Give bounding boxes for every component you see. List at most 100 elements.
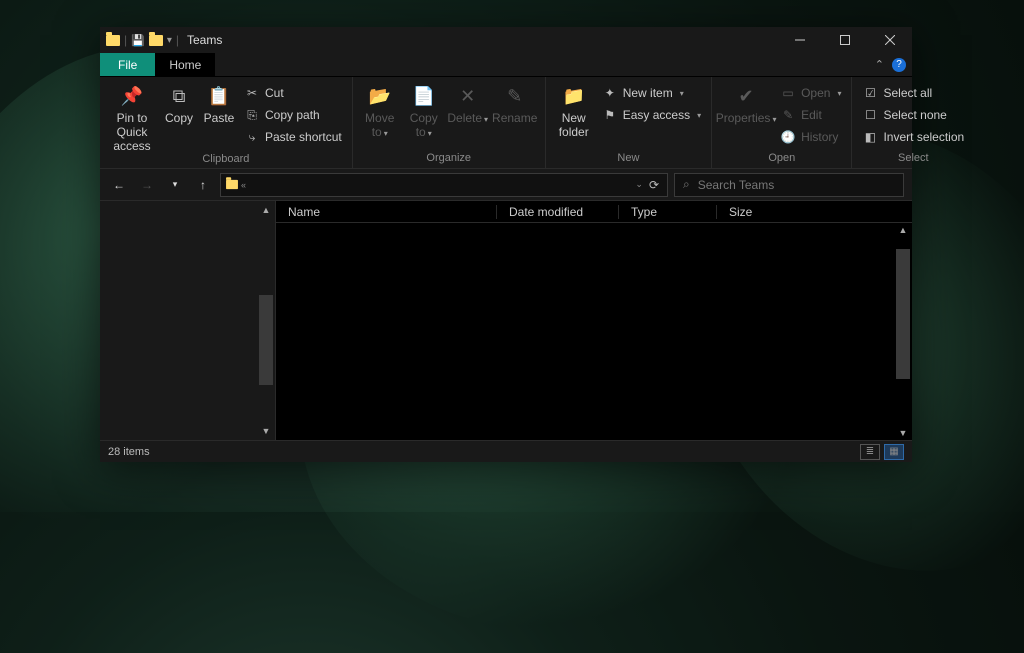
easy-access-icon: ⚑ [602, 107, 618, 123]
open-button[interactable]: ▭Open▾ [776, 83, 845, 103]
paste-icon: 📋 [206, 83, 232, 109]
details-view-icon[interactable]: ≣ [860, 444, 880, 460]
dropdown-icon[interactable]: ▾ [167, 35, 172, 46]
rename-icon: ✎ [502, 83, 528, 109]
open-icon: ▭ [780, 85, 796, 101]
window-title: Teams [187, 33, 222, 47]
new-folder-icon: 📁 [561, 83, 587, 109]
pin-icon: 📌 [119, 83, 145, 109]
scrollbar-thumb[interactable] [896, 249, 910, 379]
properties-button[interactable]: ✔Properties▾ [718, 81, 774, 126]
history-icon: 🕘 [780, 129, 796, 145]
paste-shortcut-button[interactable]: ⤷Paste shortcut [240, 127, 346, 147]
paste-button[interactable]: 📋 Paste [200, 81, 238, 126]
body: ▲ ▼ Name Date modified Type Size ▲ ▼ [100, 201, 912, 440]
new-folder-button[interactable]: 📁New folder [552, 81, 596, 140]
column-date[interactable]: Date modified [496, 205, 618, 219]
scroll-up-icon[interactable]: ▲ [262, 205, 271, 215]
forward-button[interactable]: → [136, 174, 158, 196]
rename-button[interactable]: ✎Rename [491, 81, 539, 126]
history-button[interactable]: 🕘History [776, 127, 845, 147]
properties-icon: ✔ [733, 83, 759, 109]
scroll-down-icon[interactable]: ▼ [262, 426, 271, 436]
select-none-button[interactable]: ☐Select none [858, 105, 968, 125]
column-size[interactable]: Size [716, 205, 786, 219]
collapse-ribbon-icon[interactable]: ⌃ [875, 58, 884, 71]
address-row: ← → ▾ ↑ « ⌄ ⟳ ⌕ Search Teams [100, 169, 912, 201]
refresh-icon[interactable]: ⟳ [649, 178, 659, 192]
column-headers[interactable]: Name Date modified Type Size [276, 201, 912, 223]
ribbon-group-open: ✔Properties▾ ▭Open▾ ✎Edit 🕘History Open [712, 77, 852, 168]
folder-icon [149, 35, 163, 46]
edit-button[interactable]: ✎Edit [776, 105, 845, 125]
chevron-left-icon[interactable]: « [241, 180, 246, 190]
file-list: Name Date modified Type Size ▲ ▼ [276, 201, 912, 440]
copy-icon: ⧉ [166, 83, 192, 109]
column-type[interactable]: Type [618, 205, 716, 219]
column-name[interactable]: Name [276, 205, 496, 219]
easy-access-button[interactable]: ⚑Easy access▾ [598, 105, 705, 125]
content-scrollbar[interactable]: ▲ ▼ [896, 225, 910, 438]
select-all-button[interactable]: ☑Select all [858, 83, 968, 103]
help-icon[interactable]: ? [892, 58, 906, 72]
group-label: Organize [353, 152, 545, 168]
group-label: Select [852, 152, 974, 168]
invert-selection-button[interactable]: ◧Invert selection [858, 127, 968, 147]
back-button[interactable]: ← [108, 174, 130, 196]
search-box[interactable]: ⌕ Search Teams [674, 173, 904, 197]
cut-icon: ✂ [244, 85, 260, 101]
separator-icon: | [124, 33, 127, 47]
new-item-icon: ✦ [602, 85, 618, 101]
delete-icon: ✕ [455, 83, 481, 109]
ribbon-tabs: File Home ⌃ ? [100, 53, 912, 77]
tab-home[interactable]: Home [155, 53, 215, 76]
ribbon-group-clipboard: 📌 Pin to Quick access ⧉ Copy 📋 Paste ✂Cu… [100, 77, 353, 168]
edit-icon: ✎ [780, 107, 796, 123]
navigation-pane[interactable]: ▲ ▼ [100, 201, 276, 440]
copy-to-button[interactable]: 📄Copy to▾ [403, 81, 445, 140]
copy-path-icon: ⎘ [244, 107, 260, 123]
separator-icon: | [176, 33, 179, 47]
invert-selection-icon: ◧ [862, 129, 878, 145]
group-label: Open [712, 152, 851, 168]
ribbon-group-organize: 📂Move to▾ 📄Copy to▾ ✕Delete▾ ✎Rename Org… [353, 77, 546, 168]
nav-scrollbar[interactable]: ▲ ▼ [259, 205, 273, 436]
select-none-icon: ☐ [862, 107, 878, 123]
copy-to-icon: 📄 [411, 83, 437, 109]
copy-button[interactable]: ⧉ Copy [160, 81, 198, 126]
copy-path-button[interactable]: ⎘Copy path [240, 105, 346, 125]
folder-icon [106, 35, 120, 46]
status-bar: 28 items ≣ ▦ [100, 440, 912, 462]
pin-to-quick-access-button[interactable]: 📌 Pin to Quick access [106, 81, 158, 153]
dropdown-icon[interactable]: ⌄ [635, 179, 643, 190]
scroll-down-icon[interactable]: ▼ [899, 428, 908, 438]
tab-file[interactable]: File [100, 53, 155, 76]
up-button[interactable]: ↑ [192, 174, 214, 196]
recent-locations-button[interactable]: ▾ [164, 174, 186, 196]
save-icon[interactable]: 💾 [131, 34, 145, 47]
minimize-button[interactable] [777, 27, 822, 53]
select-all-icon: ☑ [862, 85, 878, 101]
scrollbar-thumb[interactable] [259, 295, 273, 385]
ribbon-group-select: ☑Select all ☐Select none ◧Invert selecti… [852, 77, 974, 168]
explorer-window: | 💾 ▾ | Teams File Home ⌃ ? 📌 Pin to Qui… [100, 27, 912, 462]
new-item-button[interactable]: ✦New item▾ [598, 83, 705, 103]
search-placeholder: Search Teams [698, 178, 774, 192]
cut-button[interactable]: ✂Cut [240, 83, 346, 103]
ribbon-group-new: 📁New folder ✦New item▾ ⚑Easy access▾ New [546, 77, 712, 168]
move-to-button[interactable]: 📂Move to▾ [359, 81, 401, 140]
close-button[interactable] [867, 27, 912, 53]
group-label: Clipboard [100, 153, 352, 168]
folder-icon [226, 180, 238, 189]
maximize-button[interactable] [822, 27, 867, 53]
scroll-up-icon[interactable]: ▲ [899, 225, 908, 235]
address-bar[interactable]: « ⌄ ⟳ [220, 173, 668, 197]
ribbon: 📌 Pin to Quick access ⧉ Copy 📋 Paste ✂Cu… [100, 77, 912, 169]
delete-button[interactable]: ✕Delete▾ [447, 81, 489, 126]
search-icon: ⌕ [683, 177, 690, 192]
shortcut-icon: ⤷ [244, 129, 260, 145]
group-label: New [546, 152, 711, 168]
large-icons-view-icon[interactable]: ▦ [884, 444, 904, 460]
titlebar[interactable]: | 💾 ▾ | Teams [100, 27, 912, 53]
status-count: 28 items [108, 446, 150, 458]
